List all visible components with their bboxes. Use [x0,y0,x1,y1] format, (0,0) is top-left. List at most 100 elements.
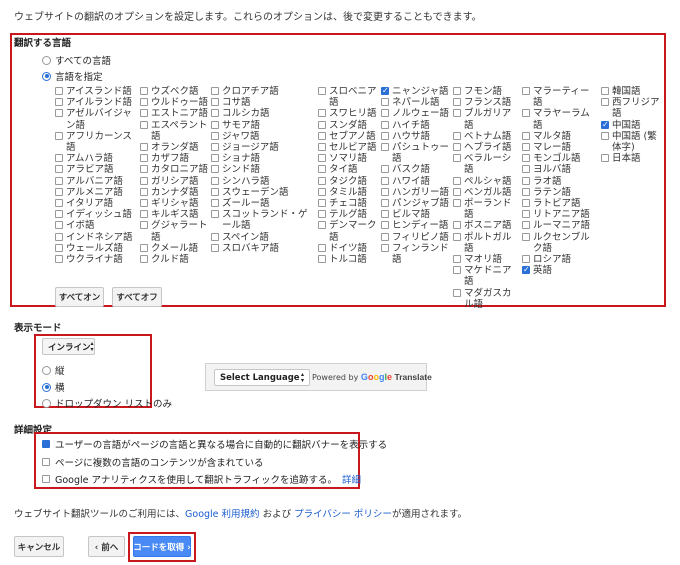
radio-indicator[interactable] [42,382,51,392]
checkbox[interactable] [453,288,461,297]
language-option[interactable]: バスク語 [381,164,449,175]
language-option[interactable]: キルギス語 [140,209,208,220]
checkbox[interactable] [381,143,389,152]
checkbox[interactable] [453,221,461,230]
checkbox[interactable] [140,187,148,196]
checkbox[interactable] [211,143,219,152]
language-option[interactable]: スンダ語 [318,120,378,131]
checkbox[interactable] [211,120,219,129]
checkbox[interactable] [211,165,219,174]
language-option[interactable]: ウェールズ語 [55,243,135,254]
language-option[interactable]: スロベニア語 [318,86,378,108]
checkbox[interactable] [140,143,148,152]
checkbox[interactable] [453,87,461,95]
language-option[interactable]: モンゴル語 [522,153,598,164]
language-option[interactable]: アルメニア語 [55,187,135,198]
language-option[interactable]: クロアチア語 [211,86,315,97]
language-option[interactable]: ウクライナ語 [55,254,135,265]
language-option[interactable]: スコットランド・ゲール語 [211,209,315,231]
language-option[interactable]: ヨルバ語 [522,164,598,175]
checkbox[interactable] [211,232,219,241]
checkbox[interactable] [381,165,389,174]
checkbox[interactable] [453,232,461,241]
language-option[interactable]: ドイツ語 [318,243,378,254]
display-mode-option-vertical[interactable]: 縦 [42,363,65,377]
language-option[interactable]: ハンガリー語 [381,187,449,198]
checkbox[interactable] [42,440,50,448]
language-option[interactable]: ラトビア語 [522,198,598,209]
checkbox[interactable] [381,187,389,196]
checkbox[interactable] [318,165,326,174]
language-option[interactable]: タイ語 [318,164,378,175]
language-option[interactable]: ウルドゥー語 [140,97,208,108]
language-option[interactable]: スウェーデン語 [211,187,315,198]
language-option[interactable]: セルビア語 [318,142,378,153]
checkbox[interactable] [522,264,530,275]
checkbox[interactable] [381,243,389,252]
checkbox[interactable] [42,458,50,466]
checkbox[interactable] [55,165,63,174]
checkbox[interactable] [140,165,148,174]
checkbox[interactable] [55,176,63,185]
language-option[interactable]: ポルトガル語 [453,232,519,254]
checkbox[interactable] [522,187,530,196]
language-option[interactable]: フィリピノ語 [381,232,449,243]
checkbox[interactable] [453,187,461,196]
checkbox[interactable] [140,154,148,163]
language-option[interactable]: コルシカ語 [211,108,315,119]
language-option[interactable]: 中国語 [601,119,665,131]
checkbox[interactable] [55,87,63,95]
details-link[interactable]: 詳細 [342,472,361,486]
language-option[interactable]: ルーマニア語 [522,220,598,231]
checkbox[interactable] [140,221,148,230]
checkbox[interactable] [522,199,530,208]
radio-specify-languages[interactable]: 言語を指定 [42,69,103,83]
language-option[interactable]: ベラルーシ語 [453,153,519,175]
checkbox[interactable] [522,87,530,95]
language-option[interactable]: フモン語 [453,86,519,97]
checkbox[interactable] [381,98,389,107]
language-option[interactable]: マオリ語 [453,254,519,265]
language-option[interactable]: アゼルバイジャン語 [55,108,135,131]
language-option[interactable]: インドネシア語 [55,232,135,243]
checkbox[interactable] [601,131,609,140]
advanced-option-auto-banner[interactable]: ユーザーの言語がページの言語と異なる場合に自動的に翻訳バナーを表示する [42,437,387,451]
language-option[interactable]: マラヤーラム語 [522,108,598,131]
language-option[interactable]: ヒンディー語 [381,220,449,231]
checkbox[interactable] [453,109,461,118]
language-option[interactable]: 英語 [522,264,598,276]
language-option[interactable]: 西フリジア語 [601,97,665,119]
checkbox[interactable] [522,131,530,140]
language-option[interactable]: アフリカーンス語 [55,131,135,153]
checkbox[interactable] [522,143,530,152]
language-option[interactable]: カンナダ語 [140,187,208,198]
checkbox[interactable] [453,131,461,140]
language-option[interactable]: ショナ語 [211,153,315,164]
language-option[interactable]: スロバキア語 [211,243,315,254]
radio-all-languages[interactable]: すべての言語 [42,53,111,67]
checkbox[interactable] [381,221,389,230]
language-option[interactable]: ノルウェー語 [381,108,449,119]
language-option[interactable]: マレー語 [522,142,598,153]
checkbox[interactable] [522,221,530,230]
language-option[interactable]: タミル語 [318,187,378,198]
language-option[interactable]: シンド語 [211,164,315,175]
checkbox[interactable] [318,221,326,230]
language-option[interactable]: テルグ語 [318,209,378,220]
checkbox[interactable] [55,199,63,208]
radio-indicator[interactable] [42,365,51,375]
checkbox[interactable] [55,210,63,219]
checkbox[interactable] [522,176,530,185]
select-all-button[interactable]: すべてオン [55,287,104,307]
checkbox[interactable] [318,109,326,118]
language-option[interactable]: ニャンジャ語 [381,85,449,97]
language-option[interactable]: ガリシア語 [140,176,208,187]
checkbox[interactable] [42,475,50,483]
checkbox[interactable] [55,154,63,163]
language-option[interactable]: ボスニア語 [453,220,519,231]
checkbox[interactable] [140,109,148,118]
language-option[interactable]: ベンガル語 [453,187,519,198]
checkbox[interactable] [381,85,389,96]
checkbox[interactable] [55,255,63,264]
language-option[interactable]: ジョージア語 [211,142,315,153]
